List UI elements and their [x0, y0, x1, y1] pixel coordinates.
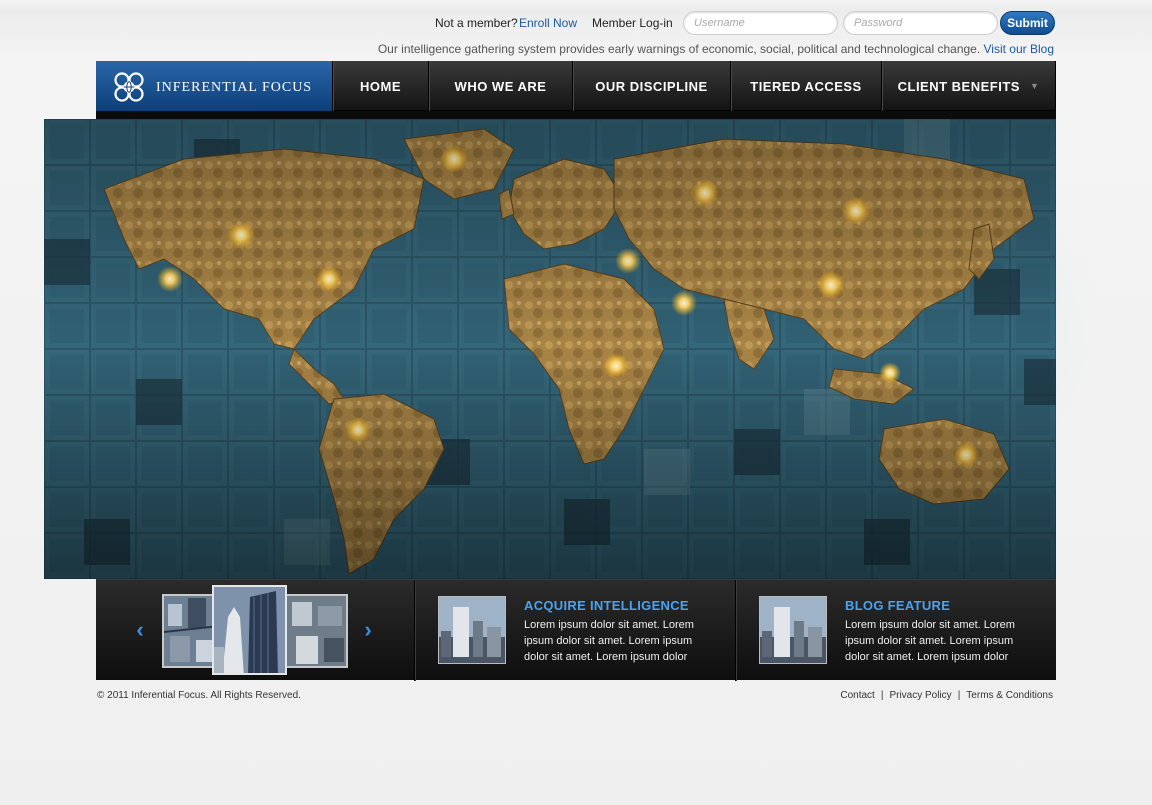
- slider-next-arrow-icon[interactable]: ›: [358, 618, 378, 642]
- feature-thumbnail: [438, 596, 506, 664]
- footer-links: Contact | Privacy Policy | Terms & Condi…: [840, 690, 1053, 701]
- submit-button[interactable]: Submit: [1000, 11, 1055, 35]
- nav-item-client-benefits[interactable]: CLIENT BENEFITS ▼: [881, 61, 1056, 111]
- tagline: Our intelligence gathering system provid…: [378, 42, 1054, 56]
- city-rooftops-image: [284, 596, 346, 666]
- slider-prev-arrow-icon[interactable]: ‹: [130, 618, 150, 642]
- slider-thumbnail[interactable]: [162, 594, 218, 668]
- nav-item-tiered-access[interactable]: TIERED ACCESS: [730, 61, 881, 111]
- visit-blog-link[interactable]: Visit our Blog: [984, 42, 1054, 56]
- image-slider: ‹ ›: [96, 580, 415, 681]
- nav-label: CLIENT BENEFITS: [897, 78, 1020, 94]
- tagline-text: Our intelligence gathering system provid…: [377, 42, 981, 56]
- feature-acquire-intelligence[interactable]: ACQUIRE INTELLIGENCE Lorem ipsum dolor s…: [416, 580, 736, 681]
- skyscraper-image: [214, 587, 285, 673]
- feature-title: ACQUIRE INTELLIGENCE: [524, 598, 689, 613]
- logo-text: INFERENTIAL FOCUS: [156, 80, 313, 95]
- footer-terms-link[interactable]: Terms & Conditions: [966, 690, 1053, 701]
- main-navigation: INFERENTIAL FOCUS HOME WHO WE ARE OUR DI…: [96, 61, 1056, 111]
- slider-thumbnail-active[interactable]: [212, 585, 287, 675]
- city-skyline-image: [760, 597, 826, 663]
- logo-icon: [114, 72, 144, 102]
- slider-thumbnail[interactable]: [282, 594, 348, 668]
- footer-copyright: © 2011 Inferential Focus. All Rights Res…: [97, 690, 301, 701]
- feature-body: Lorem ipsum dolor sit amet. Lorem ipsum …: [845, 619, 1015, 663]
- nav-item-home[interactable]: HOME: [332, 61, 428, 111]
- login-bar: Not a member? Enroll Now Member Log-in S…: [0, 10, 1152, 36]
- feature-body: Lorem ipsum dolor sit amet. Lorem ipsum …: [524, 619, 694, 663]
- nav-label: OUR DISCIPLINE: [595, 78, 708, 94]
- nav-item-who-we-are[interactable]: WHO WE ARE: [428, 61, 572, 111]
- logo[interactable]: INFERENTIAL FOCUS: [96, 61, 332, 111]
- footer-contact-link[interactable]: Contact: [840, 690, 874, 701]
- nav-item-our-discipline[interactable]: OUR DISCIPLINE: [572, 61, 730, 111]
- city-aerial-image: [164, 596, 216, 666]
- feature-thumbnail: [759, 596, 827, 664]
- nav-underline: [96, 111, 1056, 119]
- password-input[interactable]: [843, 11, 998, 35]
- feature-blog[interactable]: BLOG FEATURE Lorem ipsum dolor sit amet.…: [737, 580, 1056, 681]
- member-login-label: Member Log-in: [592, 16, 673, 30]
- footer-separator: |: [957, 690, 961, 701]
- nav-items: HOME WHO WE ARE OUR DISCIPLINE TIERED AC…: [332, 61, 1056, 111]
- feature-title: BLOG FEATURE: [845, 598, 951, 613]
- nav-label: WHO WE ARE: [454, 78, 547, 94]
- hero-world-map: [44, 119, 1056, 579]
- nav-label: TIERED ACCESS: [750, 78, 862, 94]
- username-input[interactable]: [683, 11, 838, 35]
- city-skyline-image: [439, 597, 505, 663]
- footer-separator: |: [880, 690, 884, 701]
- not-member-text: Not a member?: [435, 16, 518, 30]
- footer-privacy-link[interactable]: Privacy Policy: [889, 690, 951, 701]
- nav-label: HOME: [360, 78, 401, 94]
- bottom-feature-bar: ‹ › ACQUIRE INTELLIGENCE Lorem ipsum dol…: [96, 579, 1056, 681]
- dropdown-caret-icon: ▼: [1029, 81, 1040, 91]
- world-map-image: [44, 119, 1056, 579]
- enroll-now-link[interactable]: Enroll Now: [519, 16, 577, 30]
